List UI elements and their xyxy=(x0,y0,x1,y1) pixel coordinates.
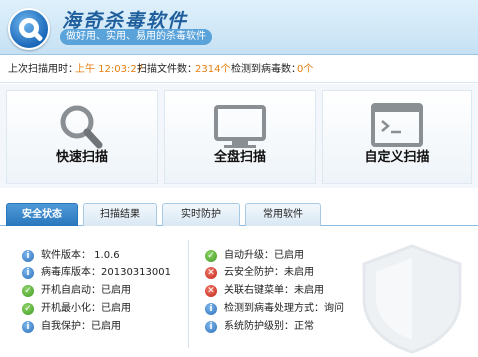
files-scanned-value: 2314个 xyxy=(195,64,231,75)
quick-scan-label: 快速扫描 xyxy=(55,150,108,165)
info-icon: i xyxy=(22,250,34,262)
tab-security-status[interactable]: 安全状态 xyxy=(6,203,78,226)
full-scan-button[interactable]: 全盘扫描 xyxy=(164,90,316,184)
virus-count-value: 0个 xyxy=(297,64,314,75)
cross-icon: ✕ xyxy=(205,267,217,279)
app-header: 海奇杀毒软件 做好用、实用、易用的杀毒软件 xyxy=(0,0,478,55)
scan-buttons-area: 快速扫描 全盘扫描 自定义扫描 xyxy=(0,84,478,188)
check-icon: ✓ xyxy=(22,285,34,297)
info-icon: i xyxy=(205,303,217,315)
files-scanned-label: 扫描文件数： xyxy=(137,64,197,75)
check-icon: ✓ xyxy=(205,250,217,262)
info-icon: i xyxy=(22,267,34,279)
virus-count-label: 检测到病毒数： xyxy=(231,64,301,75)
last-scan-label: 上次扫描用时： xyxy=(8,64,78,75)
scan-summary-bar: 上次扫描用时： 上午 12:03:27 扫描文件数： 2314个 检测到病毒数：… xyxy=(0,57,478,83)
last-scan-value: 上午 12:03:27 xyxy=(75,64,144,75)
tab-bar: 安全状态 扫描结果 实时防护 常用软件 xyxy=(0,200,478,226)
app-slogan: 做好用、实用、易用的杀毒软件 xyxy=(60,29,212,45)
custom-scan-label: 自定义扫描 xyxy=(364,150,430,165)
tab-realtime-protection[interactable]: 实时防护 xyxy=(162,203,240,226)
quick-scan-button[interactable]: 快速扫描 xyxy=(6,90,158,184)
custom-scan-button[interactable]: 自定义扫描 xyxy=(322,90,472,184)
cross-icon: ✕ xyxy=(205,285,217,297)
info-icon: i xyxy=(22,321,34,333)
tab-common-software[interactable]: 常用软件 xyxy=(245,203,321,226)
shield-watermark-icon xyxy=(362,244,462,354)
app-logo-icon xyxy=(8,8,50,50)
security-status-panel: i 软件版本： 1.0.6 i 病毒库版本：20130313001 ✓ 开机自启… xyxy=(0,226,478,357)
info-icon: i xyxy=(205,321,217,333)
full-scan-label: 全盘扫描 xyxy=(213,150,266,165)
tab-scan-results[interactable]: 扫描结果 xyxy=(83,203,157,226)
column-divider xyxy=(188,240,189,348)
check-icon: ✓ xyxy=(22,303,34,315)
